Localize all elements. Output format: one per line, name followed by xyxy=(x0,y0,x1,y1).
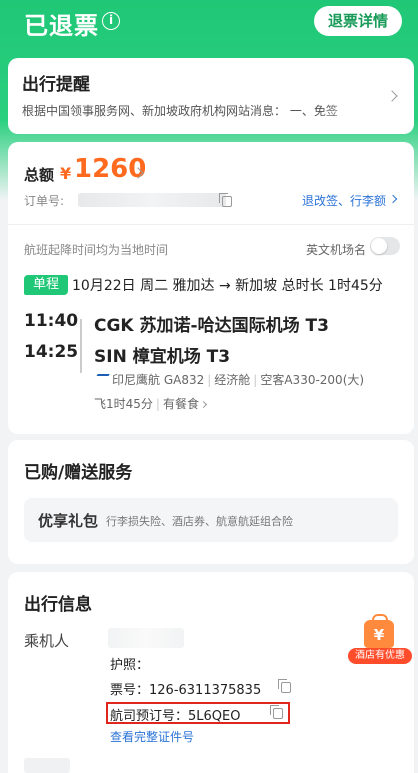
airline-flight-number: 印尼鹰航 GA832 xyxy=(112,373,205,387)
flight-info-card: 航班起降时间均为当地时间 英文机场名 单程 10月22日 周二 雅加达 → 新加… xyxy=(8,224,414,434)
copy-icon[interactable] xyxy=(278,679,291,693)
airline-logo-icon xyxy=(94,374,110,380)
info-icon[interactable]: i xyxy=(102,12,120,30)
gift-package-item[interactable]: 优享礼包 行李损失险、酒店券、航意航延组合险 xyxy=(24,498,398,542)
order-summary-card: 总额 ¥ 1260 订单号: 退改签、行李额 xyxy=(8,142,414,224)
airline-booking-ref: 航司预订号：5L6QEO xyxy=(110,709,241,724)
change-baggage-link[interactable]: 退改签、行李额 xyxy=(302,192,386,209)
refund-detail-button[interactable]: 退票详情 xyxy=(314,6,402,36)
passport-field: 护照： xyxy=(110,658,150,673)
route-summary: 10月22日 周二 雅加达 → 新加坡 总时长 1时45分 xyxy=(72,278,383,294)
local-time-note: 航班起降时间均为当地时间 xyxy=(24,243,169,257)
trip-type-badge: 单程 xyxy=(24,275,68,295)
departure-airport: CGK 苏加诺-哈达国际机场 T3 xyxy=(94,316,329,336)
departure-time: 11:40 xyxy=(24,311,79,331)
services-card: 已购/赠送服务 优享礼包 行李损失险、酒店券、航意航延组合险 xyxy=(8,440,414,564)
gift-package-desc: 行李损失险、酒店券、航意航延组合险 xyxy=(106,515,293,528)
aircraft-type: 空客A330-200(大) xyxy=(260,373,365,387)
hotel-discount-label: 酒店有优惠 xyxy=(348,648,412,664)
flight-meta: 印尼鹰航 GA832 | 经济舱 | 空客A330-200(大) xyxy=(112,373,365,387)
currency-symbol: ¥ xyxy=(60,164,72,183)
arrival-time: 14:25 xyxy=(24,342,79,362)
gift-package-title: 优享礼包 xyxy=(38,512,99,530)
passenger-name-redacted xyxy=(108,628,184,648)
travel-reminder-card[interactable]: 出行提醒 根据中国领事服务网、新加坡政府机构网站消息： 一、免签 xyxy=(8,58,414,134)
travel-info-title: 出行信息 xyxy=(24,595,92,615)
shopping-bag-icon: ¥ xyxy=(364,614,394,648)
copy-icon[interactable] xyxy=(219,193,232,207)
flight-meta-secondary[interactable]: 飞1时45分 | 有餐食 xyxy=(94,395,208,412)
order-number-label: 订单号: xyxy=(24,194,65,208)
page-title: 已退票 xyxy=(24,12,99,40)
next-section-partial xyxy=(24,758,70,773)
hotel-discount-badge[interactable]: ¥ 酒店有优惠 xyxy=(348,614,412,666)
copy-icon[interactable] xyxy=(270,705,283,719)
services-title: 已购/赠送服务 xyxy=(24,463,133,483)
meal-info: 有餐食 xyxy=(162,397,199,411)
chevron-right-icon xyxy=(199,400,208,409)
travel-info-card: 出行信息 乘机人 护照： 票号：126-6311375835 航司预订号：5L6… xyxy=(8,572,414,773)
flight-duration: 飞1时45分 xyxy=(94,397,153,411)
reminder-text: 根据中国领事服务网、新加坡政府机构网站消息： 一、免签 xyxy=(22,102,382,119)
chevron-right-icon[interactable] xyxy=(388,194,398,204)
ticket-number: 票号：126-6311375835 xyxy=(110,683,262,698)
total-label: 总额 xyxy=(24,166,55,184)
view-full-id-link[interactable]: 查看完整证件号 xyxy=(110,728,194,745)
english-airport-label: 英文机场名 xyxy=(305,243,366,257)
arrival-airport: SIN 樟宜机场 T3 xyxy=(94,347,231,367)
route-divider xyxy=(80,319,82,373)
order-number-redacted xyxy=(78,193,226,207)
chevron-right-icon xyxy=(386,90,398,102)
english-airport-toggle[interactable] xyxy=(370,237,400,255)
cabin-class: 经济舱 xyxy=(214,373,251,387)
passenger-label: 乘机人 xyxy=(24,632,70,650)
reminder-title: 出行提醒 xyxy=(22,75,90,95)
